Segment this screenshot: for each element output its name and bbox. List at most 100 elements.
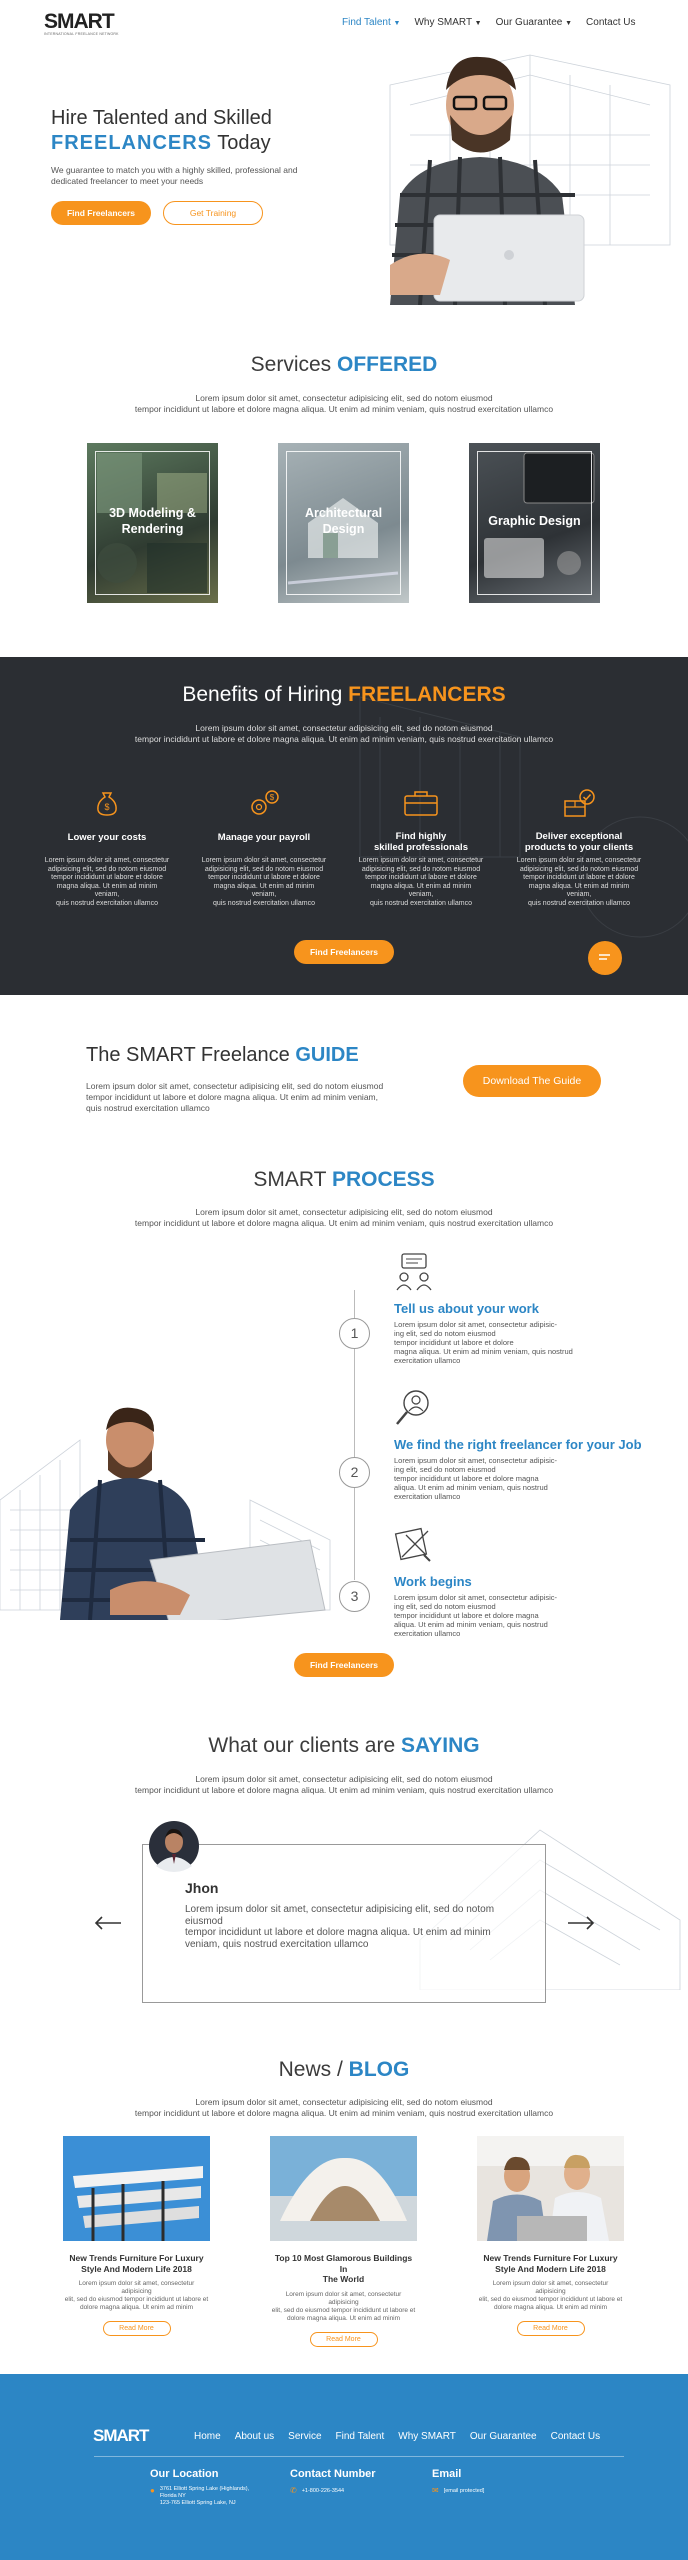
- blog-post: Top 10 Most Glamorous Buildings In The W…: [270, 2136, 417, 2347]
- phone-icon: ✆: [290, 2486, 297, 2495]
- blog-image-team-office[interactable]: [477, 2136, 624, 2241]
- benefits-title-text: Benefits of Hiring: [182, 683, 343, 706]
- footer-nav-find-talent[interactable]: Find Talent: [336, 2431, 385, 2442]
- arrow-right-icon[interactable]: [567, 1916, 595, 1930]
- benefits-find-freelancers-button[interactable]: Find Freelancers: [294, 940, 394, 964]
- service-card-title: Architectural: [304, 506, 383, 520]
- process-step: Work begins Lorem ipsum dolor sit amet, …: [394, 1525, 664, 1638]
- benefit-title: Manage your payroll: [217, 832, 311, 843]
- chevron-down-icon: ▼: [565, 20, 573, 27]
- service-card-title: Design: [322, 522, 365, 536]
- service-card-3d[interactable]: 3D Modeling & Rendering: [87, 443, 218, 603]
- svg-text:$: $: [104, 802, 109, 812]
- map-pin-icon: ●: [150, 2486, 155, 2495]
- benefit-text-line: magna aliqua. Ut enim ad minim veniam,: [370, 882, 472, 899]
- money-bag-icon: $: [97, 792, 117, 816]
- step-text-line: exercitation ullamco: [394, 1629, 461, 1638]
- benefit-item: Deliver exceptional products to your cli…: [516, 787, 642, 908]
- chevron-down-icon: ▼: [393, 20, 401, 27]
- blog-section: News / BLOG Lorem ipsum dolor sit amet, …: [0, 2040, 688, 2375]
- testimonials-title-text: What our clients are: [208, 1734, 396, 1757]
- arrow-left-icon[interactable]: [94, 1916, 122, 1930]
- quote-line: tempor incididunt ut labore et dolore ma…: [185, 1927, 491, 1938]
- nav-find-talent[interactable]: Find Talent ▼: [342, 17, 400, 28]
- blog-image-modern-building[interactable]: [63, 2136, 210, 2241]
- services-title: Services OFFERED: [0, 353, 688, 377]
- logo[interactable]: SMART INTERNATIONAL FREELANCE NETWORK: [44, 10, 119, 36]
- step-number-circle: 1: [339, 1318, 370, 1349]
- blog-post-title-line: The World: [322, 2274, 365, 2284]
- blog-post: New Trends Furniture For Luxury Style An…: [477, 2136, 624, 2336]
- blog-title-highlight: BLOG: [348, 2058, 410, 2081]
- service-card-graphic[interactable]: Graphic Design: [469, 443, 600, 603]
- benefit-text: Lorem ipsum dolor sit amet, consectetur …: [516, 857, 642, 908]
- footer-contact: Contact Number ✆ +1-800-226-3544: [290, 2468, 376, 2495]
- step-text-line: ing elit, sed do notom eiusmod: [394, 1602, 496, 1611]
- step-text-line: ing elit, sed do notom eiusmod: [394, 1465, 496, 1474]
- step-text-line: exercitation ullamco: [394, 1492, 461, 1501]
- footer-nav-home[interactable]: Home: [194, 2431, 221, 2442]
- footer-location-title: Our Location: [150, 2468, 219, 2480]
- blog-post-title[interactable]: New Trends Furniture For Luxury Style An…: [477, 2253, 624, 2274]
- footer-email-address[interactable]: [email protected]: [444, 2488, 485, 2494]
- read-more-button[interactable]: Read More: [309, 2331, 378, 2347]
- services-title-highlight: OFFERED: [337, 353, 438, 376]
- blog-post-text-line: elit, sed do eiusmod tempor incididunt u…: [478, 2296, 623, 2303]
- blog-post-text-line: dolore magna aliqua. Ut enim ad minim: [493, 2304, 608, 2311]
- footer-nav-about[interactable]: About us: [235, 2431, 274, 2442]
- step-text-line: Lorem ipsum dolor sit amet, consectetur …: [394, 1456, 557, 1465]
- quote-line: eiusmod: [185, 1915, 223, 1927]
- blog-post-title-line: Top 10 Most Glamorous Buildings In: [274, 2253, 413, 2274]
- benefit-text-line: Lorem ipsum dolor sit amet, consectetur: [516, 857, 642, 864]
- get-training-button[interactable]: Get Training: [163, 201, 263, 225]
- service-card-architectural[interactable]: Architectural Design: [278, 443, 409, 603]
- search-person-icon: [396, 1390, 429, 1425]
- find-freelancers-button[interactable]: Find Freelancers: [51, 201, 151, 225]
- download-guide-button[interactable]: Download The Guide: [463, 1065, 601, 1097]
- blog-post-text-line: Lorem ipsum dolor sit amet, consectetur …: [78, 2280, 195, 2295]
- box-check-icon: [564, 789, 595, 817]
- nav-contact-us[interactable]: Contact Us: [586, 17, 635, 28]
- services-title-text: Services: [250, 353, 332, 376]
- footer-nav-why-smart[interactable]: Why SMART: [398, 2431, 456, 2442]
- blog-post-title[interactable]: Top 10 Most Glamorous Buildings In The W…: [270, 2253, 417, 2285]
- footer-nav-our-guarantee[interactable]: Our Guarantee: [470, 2431, 537, 2442]
- footer-nav-contact[interactable]: Contact Us: [551, 2431, 600, 2442]
- nav-our-guarantee[interactable]: Our Guarantee ▼: [496, 17, 572, 28]
- testimonials-intro-line2: tempor incididunt ut labore et dolore ma…: [134, 1785, 554, 1795]
- process-find-freelancers-button[interactable]: Find Freelancers: [294, 1653, 394, 1677]
- payroll-gear-icon: $: [251, 790, 279, 815]
- chat-bubble-button[interactable]: [588, 941, 622, 975]
- benefit-title: Deliver exceptional products to your cli…: [516, 831, 642, 853]
- guide-text-line: tempor incididunt ut labore et dolore ma…: [86, 1092, 378, 1102]
- read-more-button[interactable]: Read More: [102, 2321, 171, 2336]
- process-step: We find the right freelancer for your Jo…: [394, 1388, 684, 1501]
- step-text-line: tempor incididunt ut labore et dolore ma…: [394, 1474, 539, 1483]
- footer-email-title: Email: [432, 2468, 462, 2480]
- quote-line: veniam, quis nostrud exercitation ullamc…: [185, 1938, 369, 1950]
- process-intro-line2: tempor incididunt ut labore et dolore ma…: [134, 1218, 554, 1228]
- blog-title: News / BLOG: [0, 2058, 688, 2082]
- blog-image-glamorous-building[interactable]: [270, 2136, 417, 2241]
- blog-post-text-line: dolore magna aliqua. Ut enim ad minim: [79, 2304, 194, 2311]
- hero-description: We guarantee to match you with a highly …: [51, 165, 298, 186]
- footer-phone[interactable]: +1-800-226-3544: [302, 2488, 344, 2494]
- process-title: SMART PROCESS: [0, 1168, 688, 1192]
- step-text-line: aliqua. Ut enim ad minim veniam, quis no…: [394, 1483, 548, 1492]
- nav-why-smart[interactable]: Why SMART ▼: [414, 17, 481, 28]
- services-section: Services OFFERED Lorem ipsum dolor sit a…: [0, 345, 688, 635]
- blog-post-text-line: elit, sed do eiusmod tempor incididunt u…: [64, 2296, 209, 2303]
- step-text-line: magna aliqua. Ut enim ad minim veniam, q…: [394, 1347, 573, 1356]
- step-text: Lorem ipsum dolor sit amet, consectetur …: [394, 1320, 664, 1365]
- read-more-button[interactable]: Read More: [516, 2321, 585, 2336]
- logo-text: SMART: [44, 10, 115, 33]
- footer-nav: Home About us Service Find Talent Why SM…: [194, 2431, 600, 2442]
- footer-logo[interactable]: SMART: [93, 2426, 149, 2446]
- testimonial-quote: Lorem ipsum dolor sit amet, consectetur …: [185, 1904, 494, 1950]
- client-name: Jhon: [185, 1880, 219, 1896]
- footer-nav-service[interactable]: Service: [288, 2431, 321, 2442]
- guide-title-text: The SMART Freelance: [86, 1044, 290, 1066]
- guide-title-highlight: GUIDE: [295, 1044, 359, 1066]
- benefit-text-line: adipisicing elit, sed do notom eiusmod: [361, 865, 481, 873]
- blog-post-title[interactable]: New Trends Furniture For Luxury Style An…: [63, 2253, 210, 2274]
